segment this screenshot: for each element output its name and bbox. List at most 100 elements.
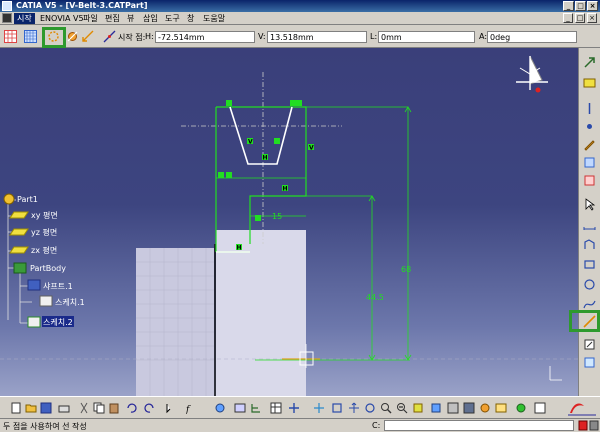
part-icon[interactable] (3, 193, 15, 205)
catalog-icon[interactable] (234, 402, 246, 414)
dim-horizontal-15[interactable]: 15 (272, 212, 282, 221)
menu-window[interactable]: 창 (184, 13, 197, 24)
sketch-icon[interactable] (27, 316, 41, 328)
power-input-field[interactable] (384, 420, 574, 431)
grid-icon[interactable] (4, 30, 17, 43)
shaft-feature-icon[interactable] (27, 279, 41, 291)
formula-icon[interactable]: f (186, 402, 198, 414)
menu-help[interactable]: 도움말 (200, 13, 228, 24)
sketch-tools-toolbar: 시작 점: H: V: L: A: (0, 26, 600, 48)
compass-icon[interactable]: y (516, 55, 548, 93)
v-coordinate-field[interactable] (267, 31, 367, 43)
sketch-icon[interactable] (39, 295, 53, 307)
axis-icon[interactable] (583, 338, 596, 351)
catia-app-icon[interactable] (2, 1, 12, 11)
rotate-icon[interactable] (364, 402, 376, 414)
tree-sketch2-active[interactable]: 스케치.2 (43, 318, 73, 327)
normal-view-icon[interactable] (412, 402, 424, 414)
hide-show-icon[interactable] (479, 402, 491, 414)
material-icon[interactable] (515, 402, 527, 414)
angle-field[interactable] (487, 31, 577, 43)
rectangle-icon[interactable] (583, 258, 596, 271)
table-icon[interactable] (270, 402, 282, 414)
construction-element-icon[interactable] (47, 30, 60, 43)
shading-icon[interactable] (463, 402, 475, 414)
select-arrow-icon[interactable] (583, 198, 596, 211)
menu-insert[interactable]: 삽입 (140, 13, 161, 24)
corner-icon[interactable] (583, 356, 596, 369)
fit-all-icon[interactable] (331, 402, 343, 414)
open-folder-icon[interactable] (25, 402, 37, 414)
doc-close-icon[interactable]: × (587, 13, 597, 23)
document-menu-icon[interactable] (2, 13, 12, 23)
plane-icon[interactable] (9, 246, 29, 254)
point-icon[interactable] (583, 120, 596, 133)
redo-icon[interactable] (144, 402, 156, 414)
tree-part1[interactable]: Part1 (17, 195, 38, 204)
tree-partbody[interactable]: PartBody (30, 264, 66, 273)
tree-xy-plane[interactable]: xy 평면 (31, 210, 58, 220)
power-input-apply-icon[interactable] (589, 420, 599, 431)
circle-icon[interactable] (583, 278, 596, 291)
menu-file[interactable]: 파일 (80, 13, 101, 24)
vertical-line-icon[interactable] (583, 102, 596, 115)
view-mode-icon[interactable] (447, 402, 459, 414)
menu-start[interactable]: 시작 (14, 13, 35, 24)
zoom-in-icon[interactable] (380, 402, 392, 414)
measure-icon[interactable] (583, 156, 596, 169)
geometry-viewport[interactable]: V H V H H 15 44.5 68 y Part1 xy 평면 yz 평면… (0, 48, 578, 396)
plane-icon[interactable] (9, 211, 29, 219)
h-coordinate-field[interactable] (155, 31, 255, 43)
snap-to-point-icon[interactable] (24, 30, 37, 43)
copy-icon[interactable] (93, 402, 105, 414)
dim-vertical-68[interactable]: 68 (401, 265, 411, 274)
paste-icon[interactable] (108, 402, 120, 414)
undo-icon[interactable] (125, 402, 137, 414)
swap-visible-icon[interactable] (495, 402, 507, 414)
cut-icon[interactable] (78, 402, 90, 414)
menu-tools[interactable]: 도구 (162, 13, 183, 24)
menu-edit[interactable]: 편집 (102, 13, 123, 24)
apply-icon[interactable] (534, 402, 546, 414)
save-icon[interactable] (40, 402, 52, 414)
sketch-plane-icon[interactable] (583, 76, 596, 89)
geometric-constraints-icon[interactable] (66, 30, 79, 43)
close-icon[interactable]: × (587, 1, 598, 11)
menu-view[interactable]: 뷰 (124, 13, 137, 24)
h-field-label: H: (145, 32, 154, 41)
print-icon[interactable] (58, 402, 70, 414)
tree-shaft1[interactable]: 샤프트.1 (43, 281, 73, 291)
dimensional-constraints-icon[interactable] (82, 30, 95, 43)
power-input-stop-icon[interactable] (578, 420, 588, 431)
line-icon[interactable] (583, 315, 596, 328)
line-tool-icon[interactable] (103, 30, 116, 43)
exit-workbench-icon[interactable] (583, 56, 596, 69)
cut-part-icon[interactable] (430, 402, 442, 414)
scale-icon[interactable] (583, 174, 596, 187)
tree-sketch1[interactable]: 스케치.1 (55, 298, 85, 307)
tree-zx-plane[interactable]: zx 평면 (31, 245, 57, 255)
pencil-icon[interactable] (583, 138, 596, 151)
profile-icon[interactable] (583, 238, 596, 251)
window-title: CATIA V5 - [V-Belt-3.CATPart] (16, 1, 148, 10)
pan-icon[interactable] (288, 402, 300, 414)
dim-vertical-44-5[interactable]: 44.5 (366, 293, 384, 302)
doc-restore-icon[interactable]: □ (575, 13, 585, 23)
plane-icon[interactable] (9, 228, 29, 236)
viewport-canvas[interactable]: V H V H H 15 44.5 68 y Part1 xy 평면 yz 평면… (0, 48, 578, 396)
dimension-icon[interactable] (583, 218, 596, 231)
whats-this-icon[interactable] (165, 402, 177, 414)
tree-expand-icon[interactable] (250, 402, 262, 414)
maximize-icon[interactable]: □ (575, 1, 586, 11)
body-icon[interactable] (13, 262, 27, 274)
minimize-icon[interactable]: _ (563, 1, 574, 11)
new-document-icon[interactable] (10, 402, 22, 414)
knowledge-icon[interactable] (214, 402, 226, 414)
zoom-out-icon[interactable] (396, 402, 408, 414)
doc-minimize-icon[interactable]: _ (563, 13, 573, 23)
tree-yz-plane[interactable]: yz 평면 (31, 227, 57, 237)
bottom-toolbar: f (0, 396, 600, 418)
move-icon[interactable] (348, 402, 360, 414)
fly-mode-icon[interactable] (313, 402, 325, 414)
length-field[interactable] (378, 31, 475, 43)
